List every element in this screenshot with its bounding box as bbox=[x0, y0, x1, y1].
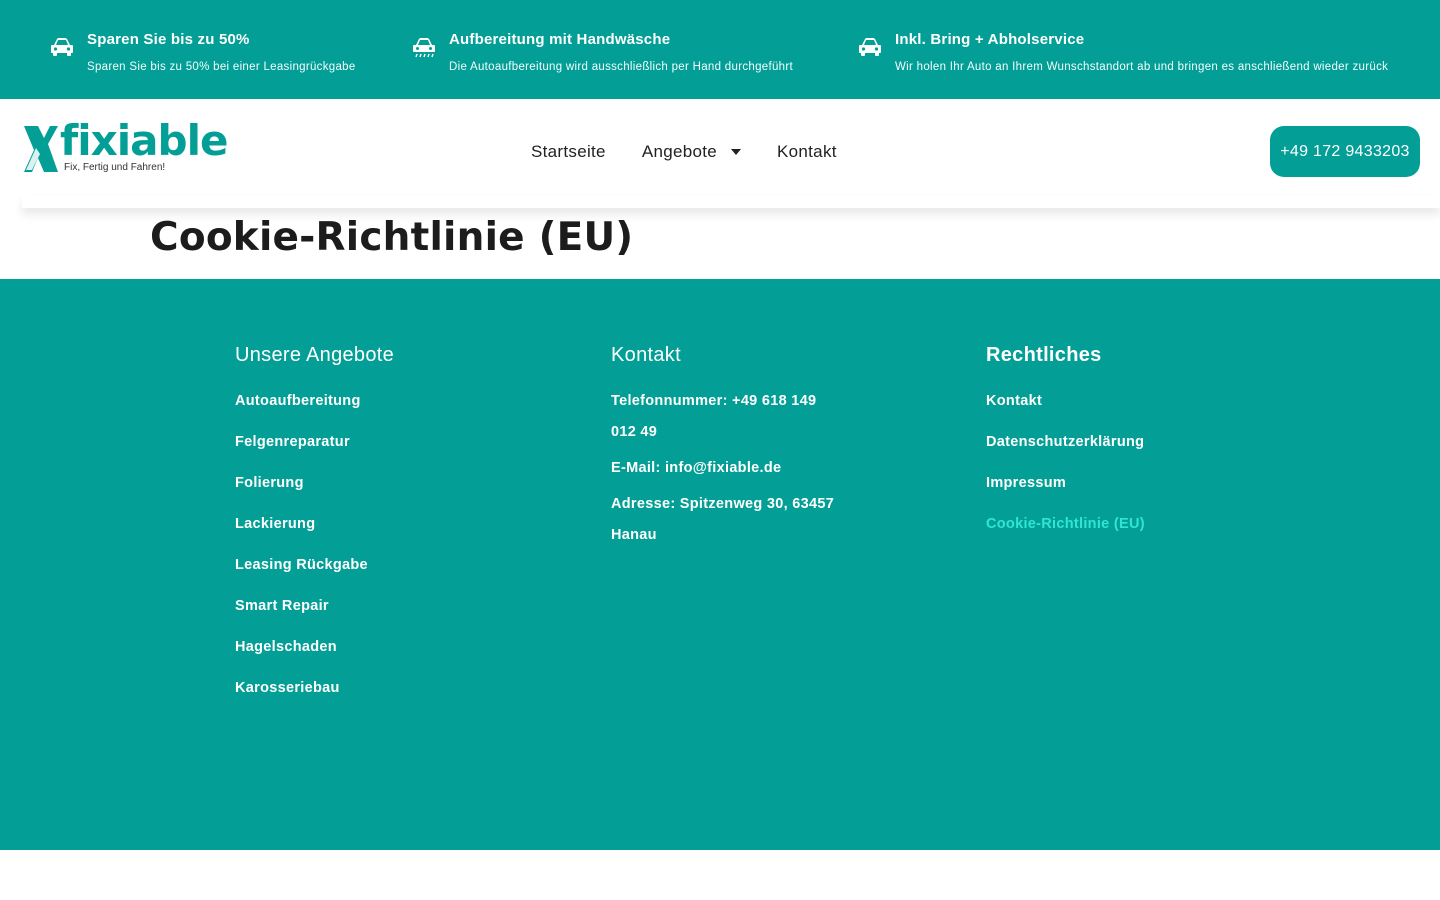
footer-legal-column: Rechtliches Kontakt Datenschutzerklärung… bbox=[986, 341, 1145, 555]
page-title: Cookie-Richtlinie (EU) bbox=[150, 215, 634, 260]
footer-link-smart-repair[interactable]: Smart Repair bbox=[235, 596, 394, 616]
footer-link-impressum[interactable]: Impressum bbox=[986, 473, 1145, 493]
main-nav: Startseite Angebote Kontakt bbox=[531, 141, 873, 163]
footer-contact-phone[interactable]: Telefonnummer: +49 618 149 012 49 bbox=[611, 386, 841, 448]
nav-item-startseite[interactable]: Startseite bbox=[531, 141, 606, 163]
footer-heading: Unsere Angebote bbox=[235, 344, 395, 366]
logo-wordmark: fixiable bbox=[60, 116, 228, 165]
logo-mark-icon bbox=[24, 126, 58, 172]
nav-item-kontakt[interactable]: Kontakt bbox=[777, 141, 837, 163]
nav-item-label: Kontakt bbox=[777, 142, 837, 161]
footer-offers-column: Unsere Angebote Autoaufbereitung Felgenr… bbox=[235, 341, 394, 719]
header-shadow bbox=[22, 196, 1440, 208]
logo-tagline: Fix, Fertig und Fahren! bbox=[64, 162, 166, 173]
footer-link-cookie-richtlinie[interactable]: Cookie-Richtlinie (EU) bbox=[986, 514, 1145, 534]
footer-link-karosseriebau[interactable]: Karosseriebau bbox=[235, 678, 394, 698]
footer-heading: Kontakt bbox=[611, 344, 681, 366]
footer-link-autoaufbereitung[interactable]: Autoaufbereitung bbox=[235, 391, 394, 411]
footer-heading: Rechtliches bbox=[986, 344, 1102, 366]
footer-contact-column: Kontakt Telefonnummer: +49 618 149 012 4… bbox=[611, 341, 841, 561]
benefit-pickup-service: Inkl. Bring + Abholservice Wir holen Ihr… bbox=[857, 30, 1388, 75]
nav-item-label: Angebote bbox=[641, 142, 718, 161]
benefit-description: Wir holen Ihr Auto an Ihrem Wunschstando… bbox=[895, 61, 1389, 73]
car-icon bbox=[49, 36, 75, 58]
phone-call-button[interactable]: +49 172 9433203 bbox=[1270, 126, 1420, 177]
footer-contact-email[interactable]: E-Mail: info@fixiable.de bbox=[611, 453, 841, 484]
footer-link-hagelschaden[interactable]: Hagelschaden bbox=[235, 637, 394, 657]
footer-link-lackierung[interactable]: Lackierung bbox=[235, 514, 394, 534]
footer-contact-address: Adresse: Spitzenweg 30, 63457 Hanau bbox=[611, 496, 835, 543]
benefit-title: Aufbereitung mit Handwäsche bbox=[449, 31, 671, 48]
caret-down-icon bbox=[731, 149, 742, 155]
benefit-savings: Sparen Sie bis zu 50% Sparen Sie bis zu … bbox=[49, 30, 356, 75]
benefit-title: Inkl. Bring + Abholservice bbox=[895, 31, 1085, 48]
footer-link-folierung[interactable]: Folierung bbox=[235, 473, 394, 493]
benefits-bar: Sparen Sie bis zu 50% Sparen Sie bis zu … bbox=[0, 0, 1440, 99]
footer-link-kontakt[interactable]: Kontakt bbox=[986, 391, 1145, 411]
benefit-handwash: Aufbereitung mit Handwäsche Die Autoaufb… bbox=[411, 30, 793, 75]
car-icon bbox=[857, 36, 883, 58]
footer-link-felgenreparatur[interactable]: Felgenreparatur bbox=[235, 432, 394, 452]
site-logo[interactable]: fixiable Fix, Fertig und Fahren! bbox=[24, 116, 228, 178]
nav-item-angebote[interactable]: Angebote bbox=[641, 141, 742, 163]
benefit-title: Sparen Sie bis zu 50% bbox=[87, 31, 250, 48]
benefit-description: Sparen Sie bis zu 50% bei einer Leasingr… bbox=[87, 61, 356, 73]
footer-link-leasing-rueckgabe[interactable]: Leasing Rückgabe bbox=[235, 555, 394, 575]
site-footer: Unsere Angebote Autoaufbereitung Felgenr… bbox=[0, 279, 1440, 850]
footer-link-datenschutz[interactable]: Datenschutzerklärung bbox=[986, 432, 1145, 452]
nav-item-label: Startseite bbox=[531, 142, 606, 161]
benefit-description: Die Autoaufbereitung wird ausschließlich… bbox=[449, 61, 793, 73]
car-wash-icon bbox=[411, 36, 437, 58]
